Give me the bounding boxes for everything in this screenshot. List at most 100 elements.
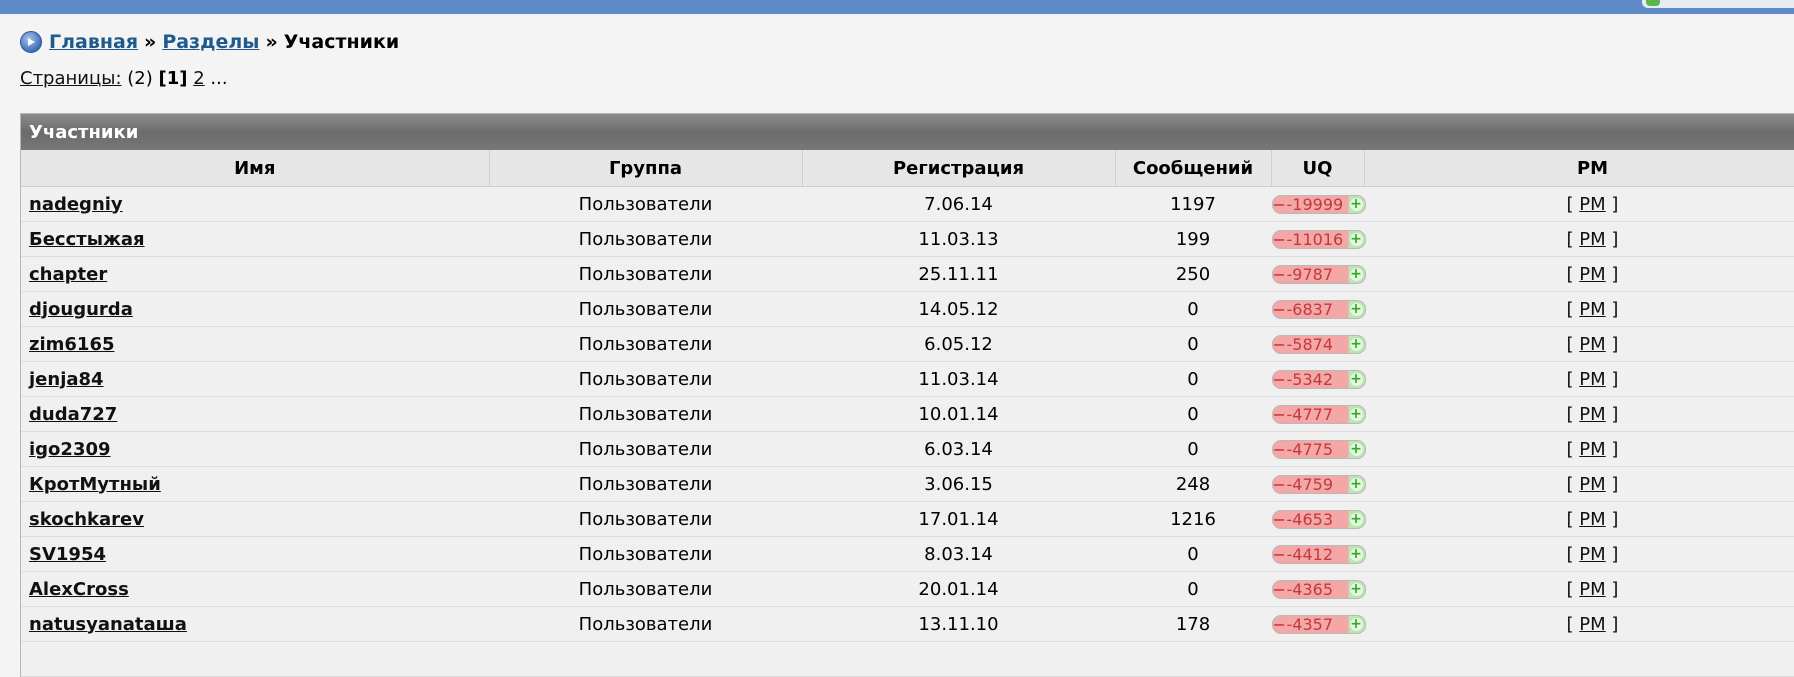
uq-plus-icon[interactable]: + [1349, 582, 1363, 596]
column-header-uq[interactable]: UQ [1271, 150, 1365, 187]
table-row: SV1954 Пользователи 8.03.14 0− -4412 +[ PM ] [21, 536, 1794, 572]
pm-bracket-close: ] [1611, 403, 1619, 425]
uq-plus-icon[interactable]: + [1349, 197, 1363, 211]
cell-pm: [ PM ] [1364, 221, 1794, 257]
uq-minus-icon[interactable]: − [1273, 581, 1286, 598]
pm-link[interactable]: PM [1579, 229, 1605, 250]
member-name-link[interactable]: duda727 [29, 404, 117, 425]
pm-link[interactable]: PM [1579, 334, 1605, 355]
uq-value: -5874 [1286, 335, 1334, 354]
uq-minus-icon[interactable]: − [1273, 336, 1286, 353]
cell-name [21, 641, 490, 677]
cell-pm: [ PM ] [1364, 571, 1794, 607]
uq-minus-icon[interactable]: − [1273, 266, 1286, 283]
cell-uq: − -9787 + [1271, 256, 1366, 292]
uq-minus-icon[interactable]: − [1273, 371, 1286, 388]
member-name-link[interactable]: AlexCross [29, 579, 129, 600]
cell-registered: 10.01.14 [802, 396, 1116, 432]
member-name-link[interactable]: SV1954 [29, 544, 106, 565]
pm-bracket-open: [ [1566, 438, 1574, 460]
cell-registered [802, 641, 1116, 677]
uq-plus-icon[interactable]: + [1349, 337, 1363, 351]
uq-minus-icon[interactable]: − [1273, 441, 1286, 458]
uq-minus-icon[interactable]: − [1273, 231, 1286, 248]
uq-minus-icon[interactable]: − [1273, 406, 1286, 423]
uq-plus-icon[interactable]: + [1349, 512, 1363, 526]
uq-rating: − -19999 + [1271, 195, 1366, 214]
pm-link[interactable]: PM [1579, 194, 1605, 215]
member-name-link[interactable]: skochkarev [29, 509, 144, 530]
member-name-link[interactable]: jenja84 [29, 369, 104, 390]
pagination-label[interactable]: Страницы: [20, 68, 122, 89]
cell-pm: [ PM ] [1364, 501, 1794, 537]
breadcrumb-sections-link[interactable]: Разделы [162, 31, 259, 53]
pm-link[interactable]: PM [1579, 299, 1605, 320]
column-header-registered[interactable]: Регистрация [802, 150, 1116, 187]
cell-group: Пользователи [489, 501, 803, 537]
member-name-link[interactable]: chapter [29, 264, 107, 285]
column-header-name[interactable]: Имя [21, 150, 490, 187]
pm-bracket-close: ] [1611, 193, 1619, 215]
pm-bracket-close: ] [1611, 508, 1619, 530]
uq-minus-icon[interactable]: − [1273, 196, 1286, 213]
uq-value: -4653 [1286, 510, 1334, 529]
cell-group: Пользователи [489, 221, 803, 257]
uq-minus-icon[interactable]: − [1273, 511, 1286, 528]
column-header-group[interactable]: Группа [489, 150, 803, 187]
member-name-link[interactable]: natusyanataша [29, 614, 187, 635]
pm-bracket-open: [ [1566, 228, 1574, 250]
pm-link[interactable]: PM [1579, 439, 1605, 460]
uq-minus-icon[interactable]: − [1273, 546, 1286, 563]
cell-name: Бесстыжая [21, 221, 490, 257]
top-bar-button[interactable] [1642, 0, 1794, 8]
uq-minus-icon[interactable]: − [1273, 476, 1286, 493]
pm-bracket-close: ] [1611, 263, 1619, 285]
member-name-link[interactable]: zim6165 [29, 334, 115, 355]
breadcrumb-separator: » [265, 31, 278, 53]
cell-group: Пользователи [489, 256, 803, 292]
uq-plus-icon[interactable]: + [1349, 372, 1363, 386]
uq-minus-icon[interactable]: − [1273, 616, 1286, 633]
pm-link[interactable]: PM [1579, 614, 1605, 635]
pm-link[interactable]: PM [1579, 579, 1605, 600]
cell-uq: − -4412 + [1271, 536, 1366, 572]
uq-value: -19999 [1286, 195, 1344, 214]
uq-plus-icon[interactable]: + [1349, 232, 1363, 246]
pm-link[interactable]: PM [1579, 509, 1605, 530]
cell-registered: 11.03.13 [802, 221, 1116, 257]
uq-value: -4777 [1286, 405, 1334, 424]
cell-uq [1271, 641, 1365, 677]
uq-plus-icon[interactable]: + [1349, 617, 1363, 631]
cell-uq: − -4365 + [1271, 571, 1366, 607]
cell-posts: 248 [1115, 466, 1272, 502]
member-name-link[interactable]: nadegniy [29, 194, 123, 215]
member-name-link[interactable]: КротМутный [29, 474, 161, 495]
uq-plus-icon[interactable]: + [1349, 477, 1363, 491]
column-header-posts[interactable]: Сообщений [1115, 150, 1272, 187]
pm-link[interactable]: PM [1579, 264, 1605, 285]
breadcrumb-home-link[interactable]: Главная [49, 31, 138, 53]
member-name-link[interactable]: igo2309 [29, 439, 111, 460]
cell-registered: 25.11.11 [802, 256, 1116, 292]
cell-group: Пользователи [489, 571, 803, 607]
pm-link[interactable]: PM [1579, 544, 1605, 565]
member-name-link[interactable]: Бесстыжая [29, 229, 145, 250]
pagination-page-2[interactable]: 2 [193, 68, 204, 89]
play-icon [20, 31, 42, 53]
uq-plus-icon[interactable]: + [1349, 407, 1363, 421]
uq-plus-icon[interactable]: + [1349, 302, 1363, 316]
uq-plus-icon[interactable]: + [1349, 267, 1363, 281]
cell-group: Пользователи [489, 291, 803, 327]
pm-link[interactable]: PM [1579, 474, 1605, 495]
member-name-link[interactable]: djougurda [29, 299, 133, 320]
uq-minus-icon[interactable]: − [1273, 301, 1286, 318]
pm-link[interactable]: PM [1579, 369, 1605, 390]
panel-title: Участники [21, 114, 1794, 150]
uq-plus-icon[interactable]: + [1349, 547, 1363, 561]
pm-bracket-open: [ [1566, 473, 1574, 495]
cell-uq: − -6837 + [1271, 291, 1366, 327]
pm-bracket-close: ] [1611, 543, 1619, 565]
pm-link[interactable]: PM [1579, 404, 1605, 425]
uq-plus-icon[interactable]: + [1349, 442, 1363, 456]
uq-rating: − -4365 + [1271, 580, 1366, 599]
